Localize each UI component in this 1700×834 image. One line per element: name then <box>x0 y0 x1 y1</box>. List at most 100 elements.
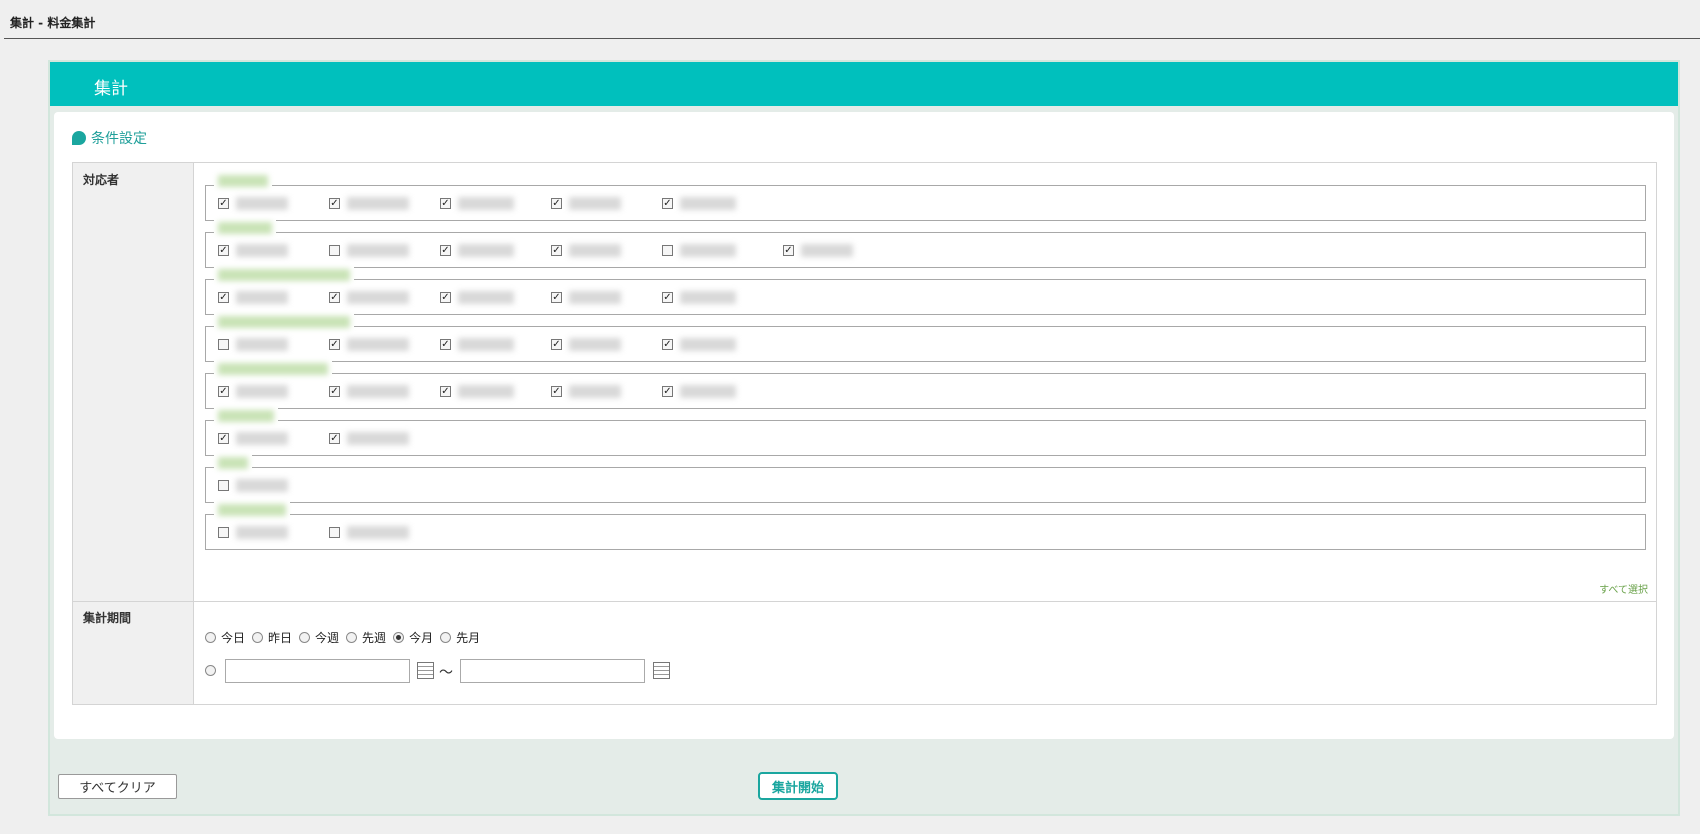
period-radio[interactable] <box>440 632 452 643</box>
period-radio-label[interactable]: 今月 <box>409 631 433 645</box>
responder-name-redacted <box>236 244 288 257</box>
responder-checkbox[interactable] <box>329 527 340 538</box>
responder-checkbox[interactable]: ✓ <box>662 386 673 397</box>
aggregate-panel: 集計 条件設定 対応者 集計期間 ✓ ✓ ✓ ✓ ✓ ✓ ✓ ✓ ✓ ✓ ✓ ✓ ✓ ✓ ✓ ✓ ✓ ✓ ✓ ✓ ✓ ✓ ✓… <box>48 60 1680 816</box>
period-radio[interactable] <box>299 632 311 643</box>
period-label: 集計期間 <box>83 611 132 625</box>
responder-name-redacted <box>680 244 736 257</box>
responder-name-redacted <box>347 526 409 539</box>
responder-name-redacted <box>569 291 621 304</box>
start-aggregate-button[interactable]: 集計開始 <box>758 772 838 800</box>
responder-checkbox[interactable]: ✓ <box>329 339 340 350</box>
responder-group: ✓ ✓ <box>205 408 1646 456</box>
responder-checkbox[interactable]: ✓ <box>440 386 451 397</box>
responder-checkbox[interactable]: ✓ <box>551 198 562 209</box>
responder-checkbox[interactable]: ✓ <box>440 245 451 256</box>
responder-checkbox[interactable] <box>218 480 229 491</box>
responder-checkbox[interactable]: ✓ <box>218 433 229 444</box>
responder-checkbox[interactable]: ✓ <box>440 198 451 209</box>
responder-checkbox[interactable]: ✓ <box>329 386 340 397</box>
responder-checkbox[interactable]: ✓ <box>329 198 340 209</box>
responder-name-redacted <box>347 291 409 304</box>
responder-checkbox[interactable] <box>218 527 229 538</box>
group-name-redacted <box>214 361 332 377</box>
period-options: 今日 昨日 今週 先週 今月 先月 <box>205 629 487 649</box>
responder-checkbox[interactable]: ✓ <box>551 292 562 303</box>
range-start-input[interactable] <box>225 659 410 683</box>
responder-label: 対応者 <box>83 173 120 187</box>
responder-checkbox[interactable]: ✓ <box>783 245 794 256</box>
responder-group <box>205 502 1646 550</box>
period-radio-label[interactable]: 先月 <box>456 631 480 645</box>
range-end-input[interactable] <box>460 659 645 683</box>
responder-group: ✓ ✓ ✓ ✓ ✓ <box>205 361 1646 409</box>
custom-range-radio[interactable] <box>205 665 216 676</box>
responder-name-redacted <box>569 338 621 351</box>
period-radio[interactable] <box>393 632 405 643</box>
page-header: 集計 - 料金集計 <box>4 0 1700 39</box>
responder-checkbox[interactable]: ✓ <box>440 292 451 303</box>
responder-checkbox[interactable]: ✓ <box>551 339 562 350</box>
panel-header: 集計 <box>50 62 1678 106</box>
period-radio-label[interactable]: 今週 <box>315 631 339 645</box>
responder-name-redacted <box>347 432 409 445</box>
responder-name-redacted <box>236 385 288 398</box>
panel-title: 集計 <box>94 79 128 99</box>
period-radio[interactable] <box>346 632 358 643</box>
group-name-redacted <box>214 502 290 518</box>
responder-checkbox[interactable]: ✓ <box>218 292 229 303</box>
responder-name-redacted <box>347 197 409 210</box>
conditions-table: 対応者 集計期間 ✓ ✓ ✓ ✓ ✓ ✓ ✓ ✓ ✓ ✓ ✓ ✓ ✓ ✓ ✓ ✓ ✓ ✓ ✓ ✓ ✓ ✓ ✓ ✓ ✓ すべて選択… <box>72 162 1657 705</box>
period-radio-label[interactable]: 昨日 <box>268 631 292 645</box>
group-name-redacted <box>214 455 252 471</box>
responder-checkbox[interactable] <box>662 245 673 256</box>
responder-checkbox[interactable]: ✓ <box>218 386 229 397</box>
responder-group: ✓ ✓ ✓ ✓ ✓ <box>205 267 1646 315</box>
responder-name-redacted <box>458 197 514 210</box>
responder-name-redacted <box>458 338 514 351</box>
responder-checkbox[interactable]: ✓ <box>662 198 673 209</box>
responder-checkbox[interactable] <box>218 339 229 350</box>
responder-checkbox[interactable]: ✓ <box>329 433 340 444</box>
responder-name-redacted <box>236 432 288 445</box>
period-radio[interactable] <box>252 632 264 643</box>
group-name-redacted <box>214 220 276 236</box>
select-all-link[interactable]: すべて選択 <box>1599 581 1648 596</box>
responder-name-redacted <box>680 385 736 398</box>
responder-name-redacted <box>680 291 736 304</box>
responder-checkbox[interactable] <box>329 245 340 256</box>
row-divider <box>73 601 1656 602</box>
responder-checkbox[interactable]: ✓ <box>551 245 562 256</box>
calendar-icon[interactable] <box>417 662 434 679</box>
responder-checkbox[interactable]: ✓ <box>218 198 229 209</box>
section-title-text: 条件設定 <box>91 131 147 147</box>
responder-checkbox[interactable]: ✓ <box>440 339 451 350</box>
range-separator: ～ <box>439 665 453 681</box>
responder-name-redacted <box>458 385 514 398</box>
responder-name-redacted <box>347 338 409 351</box>
responder-checkbox[interactable]: ✓ <box>662 339 673 350</box>
responder-group: ✓ ✓ ✓ ✓ <box>205 220 1646 268</box>
responder-checkbox[interactable]: ✓ <box>551 386 562 397</box>
period-radio-label[interactable]: 今日 <box>221 631 245 645</box>
responder-name-redacted <box>236 291 288 304</box>
clear-all-button[interactable]: すべてクリア <box>58 774 177 799</box>
responder-name-redacted <box>236 338 288 351</box>
group-name-redacted <box>214 173 272 189</box>
responder-name-redacted <box>347 244 409 257</box>
responder-checkbox[interactable]: ✓ <box>329 292 340 303</box>
responder-name-redacted <box>680 197 736 210</box>
responder-name-redacted <box>569 385 621 398</box>
responder-group: ✓ ✓ ✓ ✓ ✓ <box>205 173 1646 221</box>
section-title: 条件設定 <box>72 128 147 148</box>
responder-name-redacted <box>347 385 409 398</box>
responder-name-redacted <box>236 197 288 210</box>
responder-checkbox[interactable]: ✓ <box>662 292 673 303</box>
period-radio-label[interactable]: 先週 <box>362 631 386 645</box>
responder-name-redacted <box>236 479 288 492</box>
responder-checkbox[interactable]: ✓ <box>218 245 229 256</box>
calendar-icon[interactable] <box>653 662 670 679</box>
speech-bubble-icon <box>72 131 86 145</box>
period-radio[interactable] <box>205 632 216 643</box>
responder-group: ✓ ✓ ✓ ✓ <box>205 314 1646 362</box>
